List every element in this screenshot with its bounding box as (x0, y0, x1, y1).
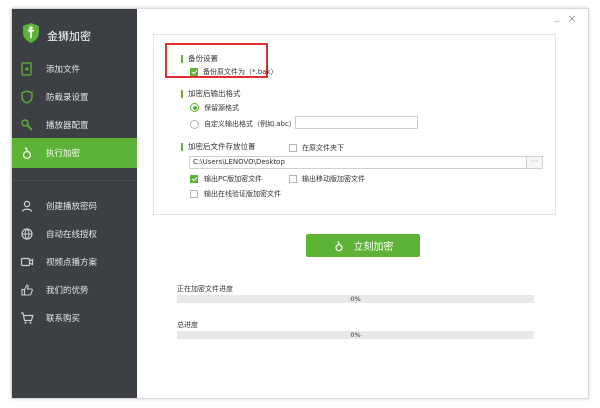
browse-button[interactable]: ··· (527, 156, 543, 169)
sidebar-item-player-config[interactable]: 播放器配置 (12, 110, 137, 140)
sidebar-item-label: 我们的优势 (46, 286, 89, 296)
sidebar-divider (12, 180, 137, 181)
sidebar-item-label: 添加文件 (46, 65, 81, 75)
sidebar-item-create-password[interactable]: 创建播放密码 (12, 191, 137, 221)
backup-section-title: 备份设置 (181, 55, 218, 63)
close-button[interactable]: × (567, 13, 577, 24)
sidebar-item-advantages[interactable]: 我们的优势 (12, 275, 137, 305)
shield-icon (21, 90, 33, 104)
app-logo: 金狮加密 (12, 9, 137, 53)
thumbs-up-icon (21, 284, 33, 296)
backup-label: 备份原文件为（*.bak） (203, 68, 278, 76)
current-progress-label: 正在加密文件进度 (177, 285, 233, 293)
mobile-output-checkbox[interactable] (289, 175, 297, 183)
cart-icon (21, 312, 34, 324)
sidebar-item-label: 自动在线授权 (46, 230, 98, 240)
backup-checkbox[interactable] (190, 68, 198, 76)
minimize-button[interactable]: _ (552, 13, 562, 23)
custom-format-radio[interactable] (190, 120, 199, 129)
wrench-icon (21, 119, 33, 131)
sidebar-item-label: 防截录设置 (46, 93, 89, 103)
total-progress-bar: 0% (177, 331, 534, 339)
sidebar-item-execute-encrypt[interactable]: 执行加密 (12, 138, 137, 168)
encrypt-icon (334, 240, 343, 251)
keep-format-label: 保留源格式 (204, 104, 239, 112)
save-location-title: 加密后文件存放位置 (181, 143, 256, 151)
sidebar-item-label: 联系购买 (46, 314, 81, 324)
custom-format-label: 自定义输出格式（例如.abc） (204, 120, 296, 128)
total-progress-label: 总进度 (177, 321, 198, 329)
verify-output-label: 输出在线验证版加密文件 (204, 190, 281, 198)
keep-format-radio[interactable] (190, 103, 199, 112)
app-title: 金狮加密 (47, 30, 91, 43)
same-folder-checkbox[interactable] (289, 144, 297, 152)
encrypt-icon (22, 147, 32, 160)
current-progress-bar: 0% (177, 295, 534, 303)
sidebar-item-label: 执行加密 (46, 149, 81, 159)
encrypt-now-button[interactable]: 立刻加密 (306, 234, 420, 257)
sidebar: 金狮加密 添加文件 防截录设置 播放器配置 执行加密 创建播放密码 自动在线授权… (12, 9, 137, 398)
video-icon (20, 257, 34, 267)
sidebar-item-label: 创建播放密码 (46, 202, 98, 212)
sidebar-item-contact-buy[interactable]: 联系购买 (12, 303, 137, 333)
current-progress-text: 0% (350, 295, 361, 303)
output-format-title: 加密后输出格式 (181, 90, 241, 98)
globe-icon (21, 228, 33, 240)
encrypt-now-label: 立刻加密 (353, 242, 394, 253)
sidebar-item-label: 播放器配置 (46, 121, 89, 131)
total-progress-text: 0% (350, 331, 361, 339)
sidebar-item-online-auth[interactable]: 自动在线授权 (12, 219, 137, 249)
same-folder-label: 在原文件夹下 (302, 144, 344, 152)
sidebar-item-video-vod[interactable]: 视频点播方案 (12, 247, 137, 277)
save-path-input[interactable]: C:\Users\LENOVO\Desktop (189, 156, 527, 169)
sidebar-item-add-file[interactable]: 添加文件 (12, 54, 137, 84)
custom-format-input[interactable] (295, 116, 418, 129)
mobile-output-label: 输出移动版加密文件 (302, 175, 365, 183)
sidebar-item-label: 视频点播方案 (46, 258, 98, 268)
logo-shield-icon (23, 23, 39, 43)
pc-output-checkbox[interactable] (190, 175, 198, 183)
sidebar-item-anti-capture[interactable]: 防截录设置 (12, 82, 137, 112)
pc-output-label: 输出PC版加密文件 (204, 175, 263, 183)
verify-output-checkbox[interactable] (190, 190, 198, 198)
add-file-icon (21, 62, 32, 76)
user-icon (21, 200, 33, 212)
